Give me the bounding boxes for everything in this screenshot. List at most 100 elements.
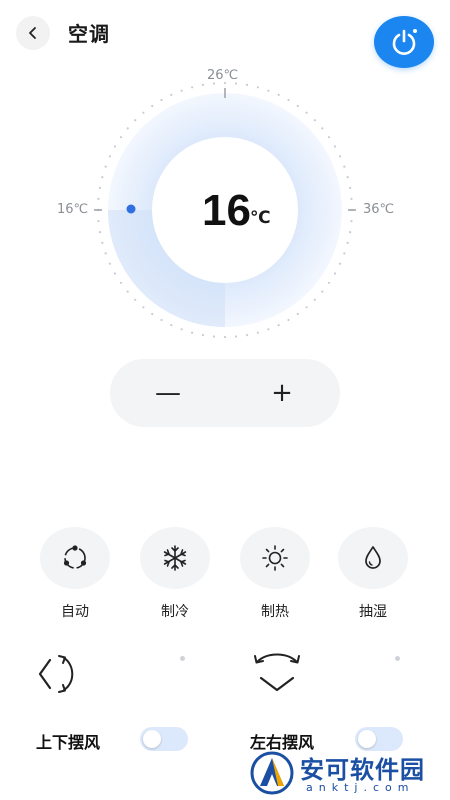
dial-tick-dot	[296, 104, 299, 108]
dial-tick-dot	[321, 127, 324, 130]
dial-tick-dot	[134, 298, 137, 301]
dial-tick-dot	[126, 127, 129, 130]
dial-tick-dot	[201, 334, 204, 337]
tick-label-max: 36℃	[363, 202, 395, 217]
dial-tick-dot	[343, 252, 346, 255]
dial-tick-dot	[333, 145, 337, 148]
dial-tick-dot	[108, 262, 111, 265]
dial-tick-dot	[113, 145, 117, 148]
dial-tick-dot	[191, 331, 194, 334]
dial-tick-dot	[277, 324, 280, 327]
dial-tick-dot	[151, 312, 154, 316]
dial-tick-dot	[327, 281, 331, 284]
dial-tick-dot	[180, 89, 183, 92]
back-button[interactable]	[16, 16, 50, 50]
dial-tick-dot	[223, 335, 227, 339]
dial-tick-dot	[201, 83, 204, 86]
watermark-subtitle: anktj.com	[306, 781, 415, 794]
dial-tick-dot	[98, 231, 101, 234]
mode-dry-circle	[338, 527, 408, 589]
dial-tick-dot	[287, 98, 290, 102]
decrease-button[interactable]: —	[118, 359, 218, 427]
mode-auto-label: 自动	[61, 604, 89, 620]
mode-cool[interactable]: 制冷	[140, 527, 210, 621]
dial-tick-dot	[108, 155, 111, 158]
dial-tick-dot	[134, 119, 137, 122]
vertical-swing-label: 上下摆风	[36, 733, 101, 752]
dial-tick-dot	[101, 241, 104, 244]
dial-tick-dot	[142, 111, 145, 114]
dial-tick-dot	[350, 197, 353, 200]
dial-tick-dot	[97, 197, 100, 200]
watermark-title: 安可软件园	[300, 756, 425, 784]
dial-tick-dot	[327, 136, 331, 139]
increase-button[interactable]: +	[232, 359, 332, 427]
dial-tick-dot	[339, 262, 342, 265]
dial-tick-dot	[349, 231, 352, 234]
dial-tick-dot	[170, 324, 173, 327]
dial-tick-dot	[267, 89, 270, 92]
dial-tick-dot	[305, 306, 308, 309]
dial-tick-dot	[212, 335, 215, 338]
mode-dry[interactable]: 抽湿	[338, 527, 408, 621]
dial-tick-dot	[246, 334, 249, 337]
swing-indicator-dot	[180, 656, 185, 661]
temperature-value: 16	[202, 186, 251, 235]
dial-tick-dot	[267, 328, 270, 331]
dial-tick-dot	[256, 331, 259, 334]
dial-tick-dot	[101, 176, 104, 179]
dial-tick-dot	[191, 86, 194, 89]
dial-tick-dot	[343, 165, 346, 168]
page-title: 空调	[68, 22, 110, 46]
tick-label-mid: 26℃	[207, 68, 239, 83]
mode-heat-label: 制热	[261, 604, 289, 620]
dial-tick-dot	[98, 186, 101, 189]
dial-tick-dot	[339, 155, 342, 158]
mode-cool-circle	[140, 527, 210, 589]
dial-tick-dot	[97, 220, 100, 223]
mode-heat-circle	[240, 527, 310, 589]
watermark: 安可软件园 anktj.com	[250, 748, 445, 798]
dial-tick-dot	[151, 104, 154, 108]
dial-tick-dot	[296, 312, 299, 316]
watermark-logo-icon	[250, 751, 294, 795]
cycle-icon	[63, 545, 87, 569]
vertical-swing-toggle[interactable]	[140, 727, 188, 751]
dial-tick-dot	[170, 93, 173, 96]
mode-auto-circle	[40, 527, 110, 589]
mode-dry-label: 抽湿	[359, 604, 387, 620]
dial-tick-dot	[346, 176, 349, 179]
dial-tick-dot	[142, 306, 145, 309]
dial-tick-dot	[346, 241, 349, 244]
power-icon	[392, 29, 417, 55]
mode-auto[interactable]: 自动	[40, 527, 110, 621]
vertical-swing-icon	[38, 655, 74, 693]
dial-tick-dot	[104, 165, 107, 168]
dial-tick-dot	[256, 86, 259, 89]
dial-tick-dot	[350, 220, 353, 223]
dial-tick-dot	[119, 281, 123, 284]
temperature-stepper: — +	[110, 359, 340, 427]
dial-tick-dot	[235, 335, 238, 338]
mode-heat[interactable]: 制热	[240, 527, 310, 621]
temperature-unit: ℃	[250, 208, 271, 228]
swing-indicator-dot	[395, 656, 400, 661]
dial-tick-dot	[160, 98, 163, 102]
dial-tick-dot	[313, 298, 316, 301]
dial-tick-dot	[321, 290, 324, 293]
dial-tick-dot	[246, 83, 249, 86]
sun-icon	[262, 545, 288, 571]
chevron-left-icon	[29, 27, 36, 39]
dial-tick-dot	[287, 318, 290, 322]
dial-tick-dot	[180, 328, 183, 331]
dial-tick-dot	[305, 111, 308, 114]
mode-cool-label: 制冷	[161, 604, 189, 620]
dial-tick-dot	[313, 119, 316, 122]
dial-tick-dot	[113, 272, 117, 275]
dial-tick-dot	[333, 272, 337, 275]
dial-tick-dot	[160, 318, 163, 322]
horizontal-swing-icon	[254, 653, 300, 692]
dial-tick-dot	[119, 136, 123, 139]
dial-tick-dot	[349, 186, 352, 189]
dial-handle[interactable]	[126, 204, 136, 214]
